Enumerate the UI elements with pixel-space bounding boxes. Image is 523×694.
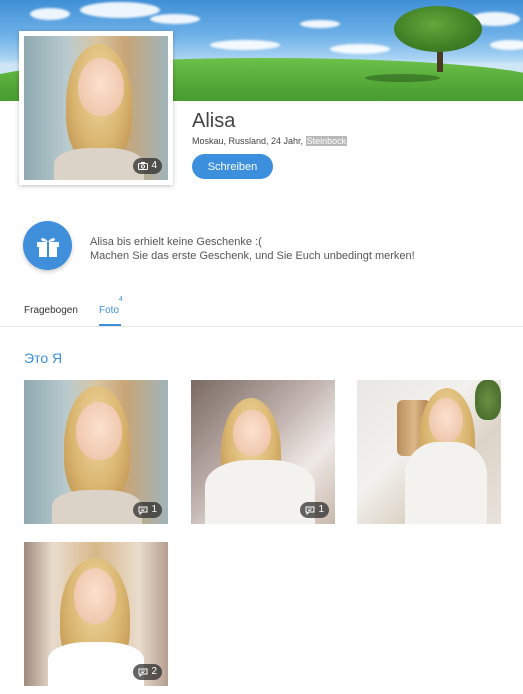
profile-location-age: Moskau, Russland, 24 Jahr,	[192, 136, 306, 146]
comment-icon	[305, 506, 315, 515]
gift-message-line1: Alisa bis erhielt keine Geschenke :(	[90, 236, 262, 248]
profile-avatar[interactable]: 4	[19, 31, 173, 185]
write-message-button[interactable]: Schreiben	[192, 154, 273, 179]
tab-foto-count: 4	[119, 296, 123, 303]
profile-meta: Moskau, Russland, 24 Jahr, Steinbock	[192, 136, 348, 146]
gift-button[interactable]	[23, 221, 72, 270]
album-photo[interactable]: 2	[24, 542, 168, 686]
gift-icon	[36, 237, 59, 257]
album-photo[interactable]: 1	[24, 380, 168, 524]
comment-count: 2	[151, 666, 157, 677]
comment-count-badge: 1	[300, 502, 329, 518]
comment-count-badge: 1	[133, 502, 162, 518]
tabs-divider	[0, 326, 523, 327]
tab-foto[interactable]: Foto	[99, 305, 119, 316]
album-photo[interactable]: 1	[191, 380, 335, 524]
comment-count-badge: 2	[133, 664, 162, 680]
comment-count: 1	[318, 504, 324, 515]
camera-icon	[138, 162, 149, 170]
tree-decoration	[394, 6, 482, 52]
gift-message-line2: Machen Sie das erste Geschenk, und Sie E…	[90, 250, 415, 262]
photo-count-badge: 4	[133, 158, 162, 174]
gift-message: Alisa bis erhielt keine Geschenke :( Mac…	[90, 235, 415, 263]
tab-fragebogen[interactable]: Fragebogen	[24, 305, 78, 316]
comment-icon	[138, 506, 148, 515]
zodiac-sign: Steinbock	[305, 136, 348, 146]
comment-icon	[138, 668, 148, 677]
album-title[interactable]: Это Я	[24, 350, 62, 366]
profile-name: Alisa	[192, 110, 236, 132]
photo-count: 4	[151, 160, 157, 171]
comment-count: 1	[151, 504, 157, 515]
album-photo[interactable]	[357, 380, 501, 524]
